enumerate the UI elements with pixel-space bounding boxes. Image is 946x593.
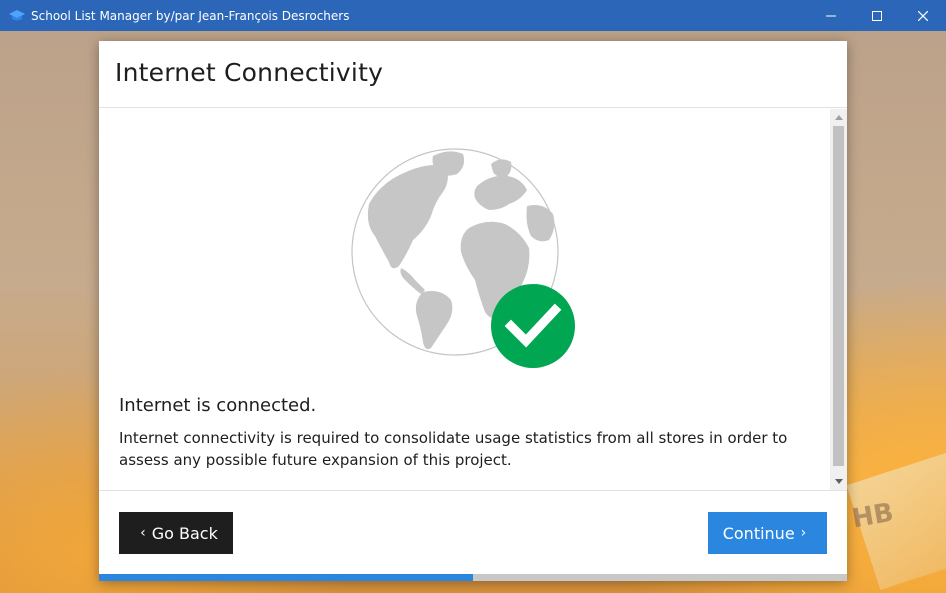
dialog-footer: ‹ Go Back Continue › — [99, 490, 847, 574]
scroll-up-button[interactable] — [830, 109, 847, 126]
scroll-down-button[interactable] — [830, 473, 847, 490]
maximize-button[interactable] — [854, 0, 900, 31]
minimize-icon — [826, 15, 836, 16]
window-controls — [808, 0, 946, 31]
chevron-right-icon: › — [800, 525, 807, 541]
dialog-title: Internet Connectivity — [115, 58, 384, 87]
minimize-button[interactable] — [808, 0, 854, 31]
scrollbar-thumb[interactable] — [833, 126, 844, 466]
connectivity-illustration — [351, 144, 581, 374]
caret-up-icon — [834, 115, 843, 120]
wizard-progress-bar — [99, 574, 847, 581]
dialog-body: Internet is connected. Internet connecti… — [99, 109, 847, 490]
status-description: Internet connectivity is required to con… — [119, 429, 788, 469]
window-titlebar[interactable]: School List Manager by/par Jean-François… — [0, 0, 946, 31]
close-button[interactable] — [900, 0, 946, 31]
continue-label: Continue — [722, 523, 795, 543]
window-title: School List Manager by/par Jean-François… — [31, 8, 350, 23]
maximize-icon — [872, 10, 882, 21]
connectivity-dialog: Internet Connectivity Internet is connec… — [99, 41, 847, 581]
wizard-progress-fill — [99, 574, 473, 581]
go-back-label: Go Back — [151, 523, 218, 543]
vertical-scrollbar[interactable] — [830, 109, 847, 490]
close-icon — [918, 10, 928, 21]
dialog-header: Internet Connectivity — [99, 41, 847, 108]
status-heading: Internet is connected. — [119, 395, 317, 416]
check-circle-icon — [491, 284, 575, 368]
graduation-cap-icon — [9, 8, 25, 24]
continue-button[interactable]: Continue › — [708, 512, 827, 554]
go-back-button[interactable]: ‹ Go Back — [119, 512, 233, 554]
chevron-left-icon: ‹ — [140, 525, 146, 541]
caret-down-icon — [834, 479, 843, 484]
